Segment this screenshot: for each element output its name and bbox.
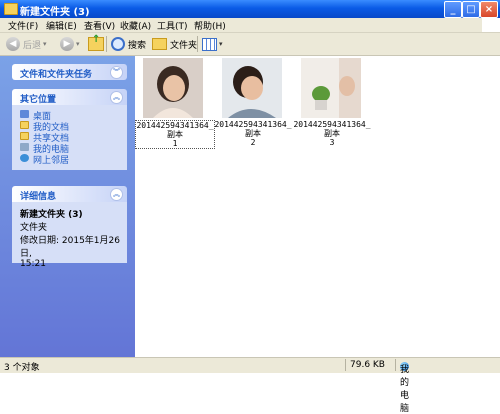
photo-woman-icon [222, 58, 282, 118]
place-my-computer[interactable]: 我的电脑 [20, 142, 127, 155]
up-folder-icon: ↑ [88, 34, 104, 51]
status-bar: 3 个对象 79.6 KB 我的电脑 [0, 357, 500, 414]
tasks-panel-title: 文件和文件夹任务 [20, 70, 93, 80]
desktop-icon [20, 110, 29, 118]
up-folder-button[interactable]: ↑ [88, 34, 104, 52]
status-size: 79.6 KB [350, 360, 385, 370]
window-title: 新建文件夹 (3) [20, 7, 90, 18]
details-panel: 详细信息 ︽ 新建文件夹 (3) 文件夹 修改日期: 2015年1月26日, 1… [12, 186, 127, 269]
collapse-icon[interactable]: ︽ [110, 91, 123, 104]
toolbar-separator [197, 36, 198, 52]
minimize-button[interactable]: _ [444, 1, 462, 18]
views-button[interactable]: ▾ [202, 36, 223, 52]
photo-plant-icon [301, 58, 361, 118]
maximize-button[interactable]: □ [462, 1, 480, 18]
place-desktop[interactable]: 桌面 [20, 109, 127, 122]
status-divider [345, 359, 346, 371]
folders-button[interactable]: 文件夹 [152, 36, 197, 52]
back-label: 后退 [23, 40, 42, 51]
folders-icon [152, 38, 167, 50]
forward-dropdown-icon[interactable]: ▾ [76, 40, 80, 48]
forward-button[interactable]: ▶ ▾ [60, 36, 80, 52]
file-caption-1[interactable]: 201442594341364_副本 1 [135, 120, 215, 149]
other-places-header[interactable]: 其它位置 ︽ [12, 89, 127, 105]
menu-edit[interactable]: 编辑(E) [46, 19, 77, 32]
task-pane: 文件和文件夹任务 ︾ 其它位置 ︽ 桌面 我的文档 共享文档 我的电脑 网上邻居… [0, 56, 135, 357]
menu-favorites[interactable]: 收藏(A) [120, 19, 151, 32]
documents-folder-icon [20, 121, 29, 129]
back-arrow-icon: ◀ [6, 37, 20, 51]
tasks-panel: 文件和文件夹任务 ︾ [12, 64, 127, 80]
details-header[interactable]: 详细信息 ︽ [12, 186, 127, 202]
place-my-documents[interactable]: 我的文档 [20, 120, 127, 133]
back-button[interactable]: ◀ 后退 ▾ [6, 36, 47, 52]
close-button[interactable]: × [480, 1, 498, 18]
menu-bar: 文件(F) 编辑(E) 查看(V) 收藏(A) 工具(T) 帮助(H) [0, 18, 500, 33]
photo-woman-icon [143, 58, 203, 118]
status-divider [395, 359, 396, 371]
menu-tools[interactable]: 工具(T) [157, 19, 188, 32]
folders-label: 文件夹 [170, 40, 198, 51]
menu-file[interactable]: 文件(F) [8, 19, 38, 32]
file-thumbnail-1[interactable] [143, 58, 203, 118]
forward-arrow-icon: ▶ [60, 37, 74, 51]
file-view[interactable]: 201442594341364_副本 1 201442594341364_副本 … [135, 56, 500, 357]
status-object-count: 3 个对象 [4, 363, 40, 373]
file-caption-2[interactable]: 201442594341364_副本 2 [214, 120, 292, 147]
collapse-icon[interactable]: ︽ [110, 188, 123, 201]
toolbar: ◀ 后退 ▾ ▶ ▾ ↑ 搜索 文件夹 ▾ [0, 33, 500, 56]
menu-help[interactable]: 帮助(H) [194, 19, 226, 32]
file-thumbnail-2[interactable] [222, 58, 282, 118]
expand-icon[interactable]: ︾ [110, 66, 123, 79]
place-shared-documents[interactable]: 共享文档 [20, 131, 127, 144]
other-places-list: 桌面 我的文档 共享文档 我的电脑 网上邻居 [12, 105, 127, 170]
other-places-panel: 其它位置 ︽ 桌面 我的文档 共享文档 我的电脑 网上邻居 [12, 89, 127, 170]
search-button[interactable]: 搜索 [111, 36, 146, 52]
computer-icon [20, 143, 29, 151]
search-icon [111, 37, 125, 51]
windows-logo-icon [482, 18, 500, 32]
explorer-window: 新建文件夹 (3) _ □ × 文件(F) 编辑(E) 查看(V) 收藏(A) … [0, 0, 500, 414]
detail-type: 文件夹 [20, 223, 48, 233]
place-network[interactable]: 网上邻居 [20, 153, 127, 166]
details-body: 新建文件夹 (3) 文件夹 修改日期: 2015年1月26日, 15:21 [12, 202, 127, 269]
tasks-panel-header[interactable]: 文件和文件夹任务 ︾ [12, 64, 127, 80]
views-icon [202, 37, 217, 51]
detail-modified-time: 15:21 [20, 259, 46, 269]
detail-modified: 修改日期: 2015年1月26日, [20, 236, 120, 259]
menu-view[interactable]: 查看(V) [84, 19, 115, 32]
back-dropdown-icon[interactable]: ▾ [43, 40, 47, 48]
folder-icon [4, 3, 18, 15]
details-title: 详细信息 [20, 192, 57, 202]
search-label: 搜索 [128, 40, 147, 51]
toolbar-separator [106, 36, 107, 52]
detail-name: 新建文件夹 (3) [20, 210, 83, 220]
file-thumbnail-3[interactable] [301, 58, 361, 118]
views-dropdown-icon: ▾ [219, 40, 223, 48]
title-bar[interactable]: 新建文件夹 (3) _ □ × [0, 0, 500, 18]
network-icon [20, 154, 29, 162]
shared-folder-icon [20, 132, 29, 140]
other-places-title: 其它位置 [20, 95, 57, 105]
file-caption-3[interactable]: 201442594341364_副本 3 [293, 120, 371, 147]
